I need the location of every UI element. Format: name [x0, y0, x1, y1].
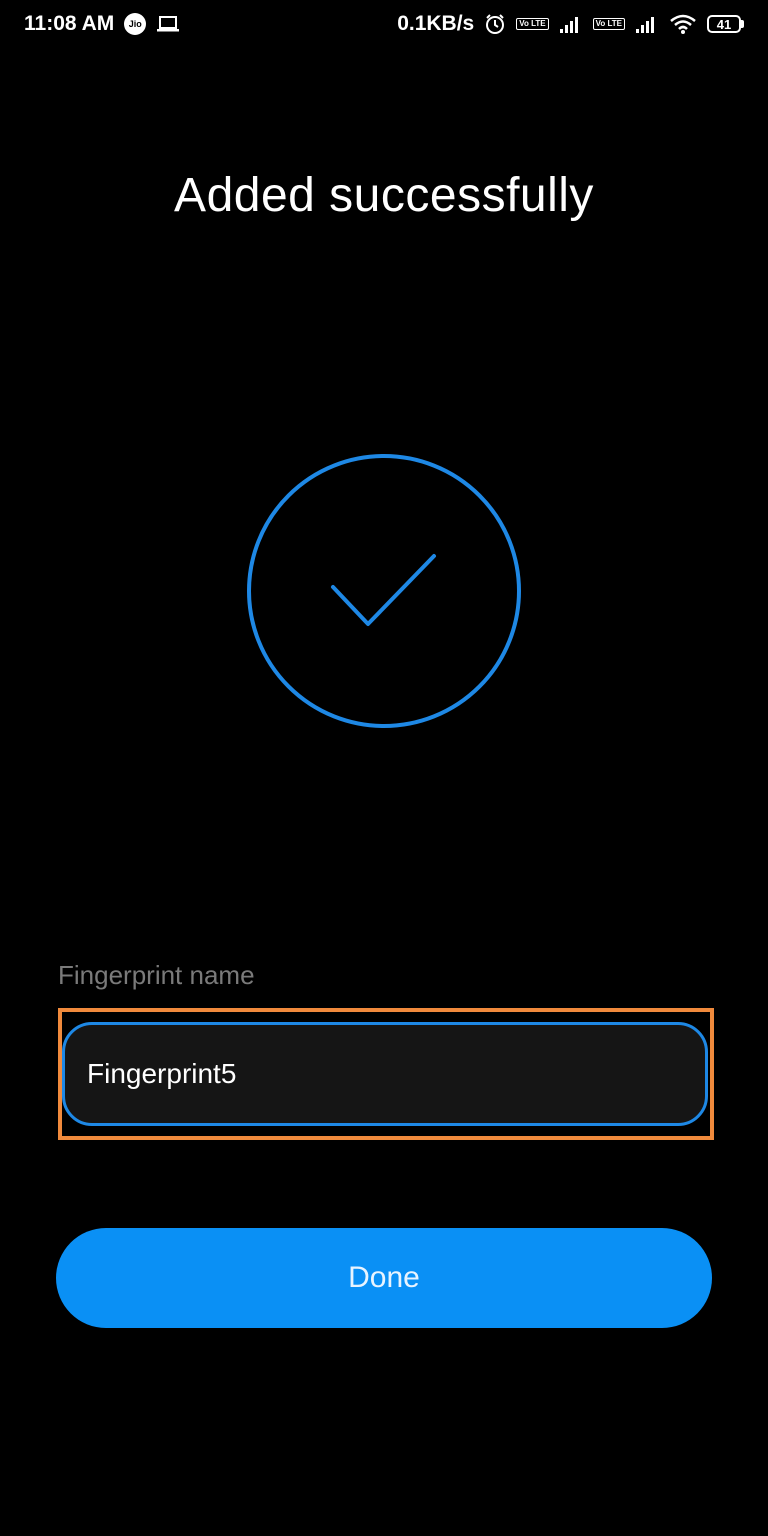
- fingerprint-name-input[interactable]: [62, 1022, 708, 1126]
- jio-icon: Jio: [124, 13, 147, 35]
- battery-icon: 41: [707, 15, 744, 33]
- network-speed: 0.1KB/s: [397, 12, 475, 35]
- signal-icon: [559, 15, 583, 33]
- page-title: Added successfully: [174, 169, 594, 222]
- volte-icon: Vo LTE: [592, 18, 625, 30]
- battery-tip: [741, 20, 744, 28]
- signal-icon: [635, 15, 659, 33]
- fingerprint-added-screen: 11:08 AM Jio 0.1KB/s Vo LTE Vo LTE 41 Ad…: [0, 0, 768, 1536]
- status-time: 11:08 AM: [24, 12, 115, 35]
- status-left: 11:08 AM Jio: [24, 12, 180, 36]
- done-button[interactable]: Done: [56, 1228, 712, 1328]
- checkmark-icon: [331, 554, 436, 626]
- wifi-icon: [669, 13, 697, 35]
- checkmark-circle-icon: [244, 453, 524, 733]
- laptop-icon: [156, 14, 180, 34]
- alarm-icon: [484, 13, 506, 35]
- volte-icon: Vo LTE: [516, 18, 549, 30]
- success-circle: [247, 454, 521, 728]
- battery-level: 41: [707, 15, 741, 33]
- status-bar: 11:08 AM Jio 0.1KB/s Vo LTE Vo LTE 41: [0, 0, 768, 48]
- fingerprint-name-label: Fingerprint name: [58, 960, 255, 990]
- status-right: 0.1KB/s Vo LTE Vo LTE 41: [397, 12, 744, 36]
